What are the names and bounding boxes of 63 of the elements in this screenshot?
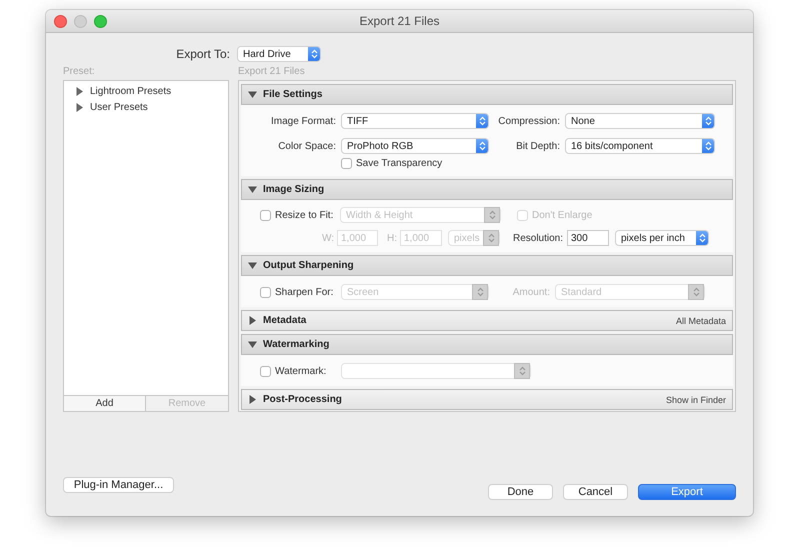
stepper-icon bbox=[702, 114, 714, 128]
field-label: Color Space: bbox=[277, 140, 336, 152]
section-title: Watermarking bbox=[263, 339, 330, 350]
stepper-icon bbox=[688, 284, 704, 300]
field-label: Bit Depth: bbox=[515, 140, 560, 152]
export-to-dropdown[interactable]: Hard Drive bbox=[237, 46, 321, 62]
dialog-button[interactable]: Plug-in Manager... bbox=[63, 477, 174, 493]
section-title: File Settings bbox=[263, 89, 322, 100]
section-title: Metadata bbox=[263, 315, 306, 326]
checkbox[interactable]: Resize to Fit: bbox=[260, 210, 340, 220]
dropdown[interactable]: 16 bits/component bbox=[565, 138, 715, 154]
preset-folder[interactable]: Lightroom Presets bbox=[90, 86, 172, 96]
checkbox[interactable]: Watermark: bbox=[260, 366, 341, 376]
field-label: Compression: bbox=[497, 116, 560, 126]
section-summary: All Metadata bbox=[676, 316, 726, 326]
section-title: Post-Processing bbox=[263, 394, 342, 405]
section-header[interactable]: Watermarking bbox=[241, 334, 733, 355]
disclosure-triangle-icon[interactable] bbox=[75, 86, 84, 96]
section-summary: Show in Finder bbox=[666, 394, 726, 404]
stepper-icon bbox=[484, 207, 500, 223]
export-to-label: Export To: bbox=[175, 47, 230, 61]
window-title: Export 21 Files bbox=[359, 14, 440, 28]
field-label: Image Format: bbox=[270, 116, 336, 126]
section-title: Output Sharpening bbox=[263, 260, 354, 271]
dropdown[interactable]: ProPhoto RGB bbox=[341, 138, 489, 154]
dropdown[interactable]: pixels per inch bbox=[615, 230, 709, 246]
field-label: W: bbox=[320, 232, 335, 244]
section-title: Image Sizing bbox=[263, 184, 324, 195]
disclosure-triangle-icon[interactable] bbox=[248, 90, 257, 99]
disclosure-triangle-icon[interactable] bbox=[248, 395, 257, 404]
stepper-icon bbox=[696, 231, 708, 245]
export-count-label: Export 21 Files bbox=[238, 66, 306, 78]
disclosure-triangle-icon[interactable] bbox=[248, 185, 257, 194]
section-header[interactable]: Image Sizing bbox=[241, 179, 733, 200]
preset-label: Preset: bbox=[63, 66, 96, 78]
close-button[interactable] bbox=[54, 14, 67, 28]
checkbox[interactable]: Save Transparency bbox=[341, 158, 489, 169]
dropdown[interactable]: TIFF bbox=[341, 113, 489, 129]
section-header[interactable]: File Settings bbox=[241, 84, 733, 105]
stepper-icon bbox=[702, 139, 714, 153]
dialog-button[interactable]: Cancel bbox=[563, 484, 628, 500]
stepper-icon bbox=[476, 114, 488, 128]
dropdown[interactable]: None bbox=[565, 113, 715, 129]
section-header[interactable]: Metadata All Metadata bbox=[241, 310, 733, 331]
resolution-field[interactable]: 300 bbox=[567, 230, 609, 246]
section-header[interactable]: Post-Processing Show in Finder bbox=[241, 389, 733, 410]
stepper-icon bbox=[483, 230, 499, 246]
preset-folder[interactable]: User Presets bbox=[90, 102, 148, 112]
stepper-icon bbox=[476, 139, 488, 153]
field-label: Resolution: bbox=[512, 232, 564, 244]
section-header[interactable]: Output Sharpening bbox=[241, 255, 733, 276]
dialog-button[interactable]: Done bbox=[488, 484, 553, 500]
checkbox[interactable]: Sharpen For: bbox=[260, 286, 341, 298]
stepper-icon bbox=[514, 363, 530, 379]
field-label: H: bbox=[386, 232, 398, 244]
disclosure-triangle-icon[interactable] bbox=[75, 102, 84, 112]
stepper-icon bbox=[472, 284, 488, 300]
disclosure-triangle-icon[interactable] bbox=[248, 340, 257, 349]
disclosure-triangle-icon[interactable] bbox=[248, 316, 257, 325]
disclosure-triangle-icon[interactable] bbox=[248, 261, 257, 270]
field-label: Amount: bbox=[512, 286, 551, 298]
preset-button[interactable]: Add bbox=[63, 396, 146, 412]
stepper-icon bbox=[308, 47, 320, 61]
